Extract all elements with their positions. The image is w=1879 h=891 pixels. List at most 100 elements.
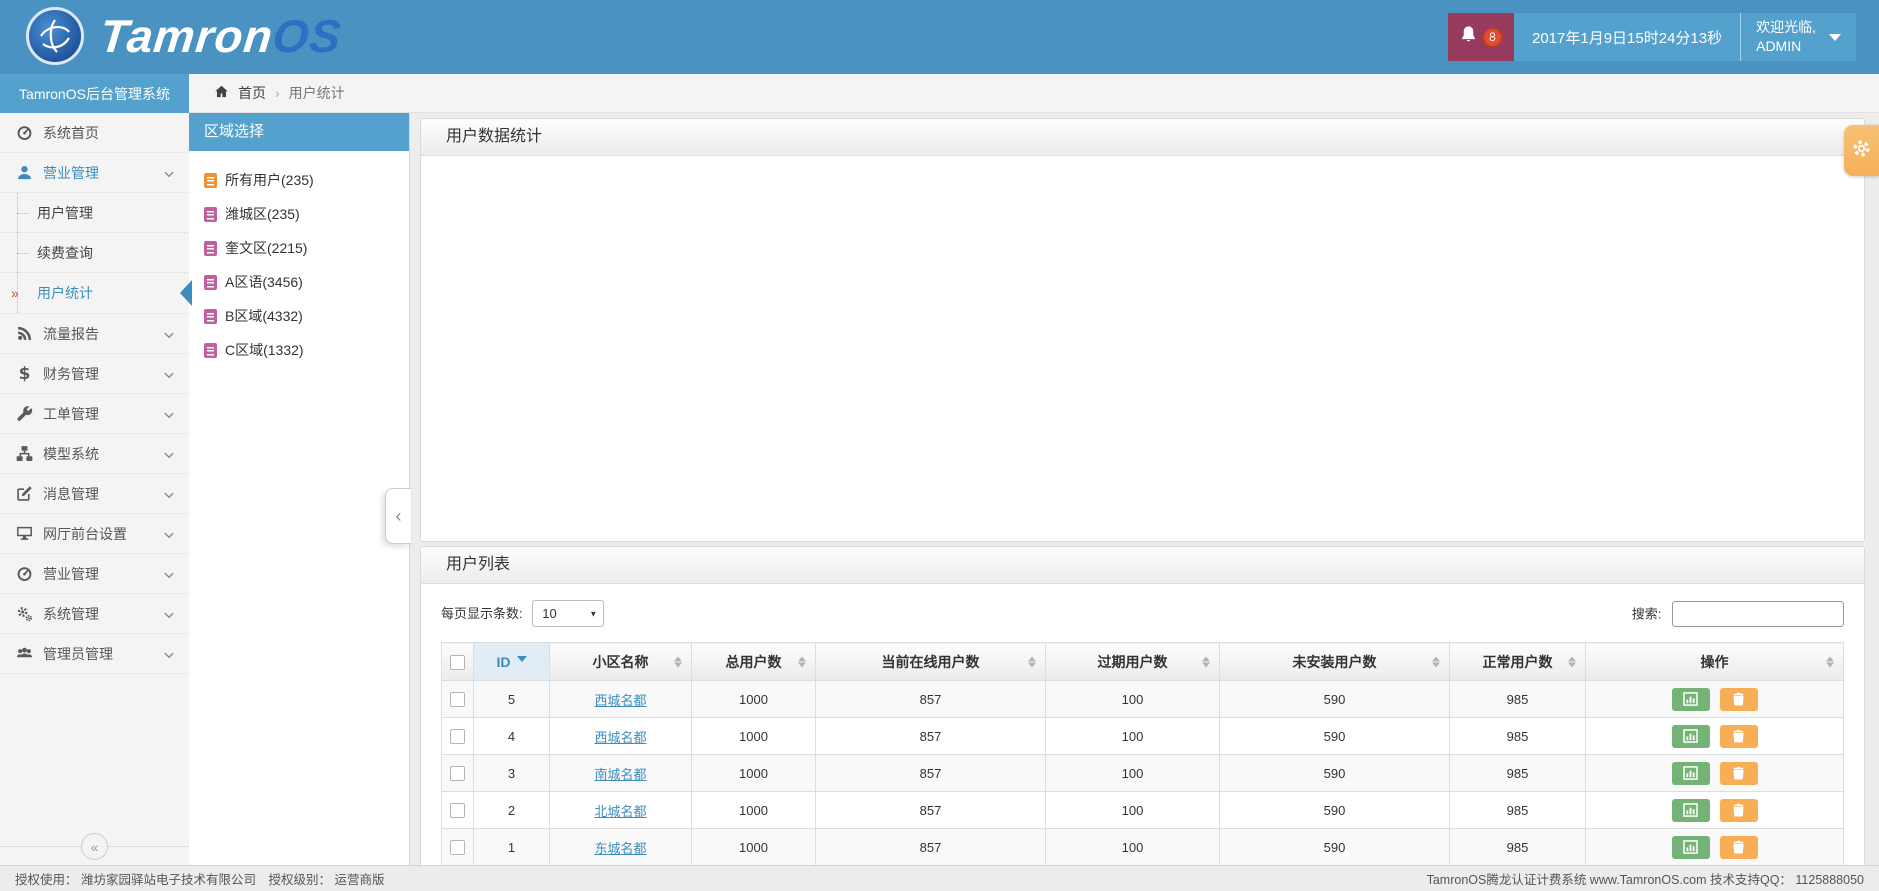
page-size-label: 每页显示条数: (441, 606, 523, 621)
region-item[interactable]: 所有用户(235) (189, 163, 409, 197)
column-header[interactable]: 过期用户数 (1045, 642, 1220, 681)
column-header[interactable]: 正常用户数 (1449, 642, 1586, 681)
chevron-down-icon (163, 408, 175, 420)
delete-button[interactable] (1719, 798, 1758, 822)
region-item[interactable]: 潍城区(235) (189, 197, 409, 231)
sidebar-collapse-button[interactable]: « (81, 833, 108, 860)
sidebar-item[interactable]: 系统管理 (0, 594, 189, 634)
community-link[interactable]: 西城名都 (594, 693, 646, 708)
sidebar-subitem-label: 用户统计 (37, 285, 93, 301)
region-item[interactable]: 奎文区(2215) (189, 231, 409, 265)
chart-button[interactable] (1671, 798, 1710, 822)
sidebar-item[interactable]: 消息管理 (0, 474, 189, 514)
search-input[interactable] (1672, 600, 1844, 627)
select-all-checkbox[interactable] (450, 654, 465, 670)
footer: 授权使用： 潍坊家园驿站电子技术有限公司 授权级别： 运营商版 TamronOS… (0, 865, 1879, 891)
sidebar-item[interactable]: 系统首页 (0, 113, 189, 153)
active-item-marker (180, 280, 192, 306)
delete-button[interactable] (1719, 724, 1758, 748)
user-menu[interactable]: 欢迎光临, ADMIN (1740, 13, 1856, 61)
row-checkbox[interactable] (450, 766, 465, 782)
sidebar-item[interactable]: $ 财务管理 (0, 354, 189, 394)
cell-online: 857 (815, 828, 1046, 865)
cell-online: 857 (815, 791, 1046, 829)
cell-online: 857 (815, 717, 1046, 755)
breadcrumb-home[interactable]: 首页 (238, 83, 266, 103)
sidebar-item[interactable]: 工单管理 (0, 394, 189, 434)
sort-icon (1568, 656, 1576, 667)
column-header[interactable]: 操作 (1585, 642, 1844, 681)
cell-total: 1000 (691, 754, 816, 792)
community-link[interactable]: 北城名都 (594, 804, 646, 819)
row-checkbox[interactable] (450, 803, 465, 819)
desktop-icon (14, 524, 34, 544)
table-row: 4 西城名都 1000 857 100 590 985 (441, 717, 1844, 755)
sidebar-subitem[interactable]: »用户管理 (0, 193, 189, 233)
sidebar-item[interactable]: 营业管理 (0, 153, 189, 193)
sitemap-icon (14, 444, 34, 464)
sidebar-item[interactable]: 流量报告 (0, 314, 189, 354)
trash-icon (1732, 766, 1745, 780)
users-icon (14, 644, 34, 664)
sidebar-item[interactable]: 管理员管理 (0, 634, 189, 674)
cell-select (441, 828, 474, 865)
region-item[interactable]: A区语(3456) (189, 265, 409, 299)
sidebar-subitem-label: 用户管理 (37, 204, 93, 221)
row-checkbox[interactable] (450, 692, 465, 708)
region-panel: 区域选择 所有用户(235) 潍城区(235) 奎文区(2215) A区语(3456)… (189, 113, 410, 865)
chart-button[interactable] (1671, 761, 1710, 785)
community-link[interactable]: 东城名都 (594, 841, 646, 856)
community-link[interactable]: 南城名都 (594, 767, 646, 782)
region-item-label: C区域(1332) (225, 342, 304, 358)
logo: TamronOS (26, 7, 344, 65)
chart-button[interactable] (1671, 687, 1710, 711)
sort-icon (1826, 656, 1834, 667)
sidebar-item[interactable]: 网厅前台设置 (0, 514, 189, 554)
delete-button[interactable] (1719, 835, 1758, 859)
region-item-label: B区域(4332) (225, 308, 303, 324)
delete-button[interactable] (1719, 761, 1758, 785)
column-header[interactable]: 当前在线用户数 (815, 642, 1046, 681)
community-link[interactable]: 西城名都 (594, 730, 646, 745)
bar-chart-icon (1683, 840, 1698, 854)
region-collapse-button[interactable]: ‹ (385, 488, 411, 544)
region-item[interactable]: C区域(1332) (189, 333, 409, 367)
chart-button[interactable] (1671, 835, 1710, 859)
sidebar-item-label: 财务管理 (43, 365, 99, 382)
cell-expired: 100 (1045, 680, 1220, 718)
cell-select (441, 791, 474, 829)
region-item[interactable]: B区域(4332) (189, 299, 409, 333)
sidebar-item-label: 营业管理 (43, 164, 99, 181)
sidebar-item-label: 网厅前台设置 (43, 525, 127, 542)
bar-chart-icon (1683, 803, 1698, 817)
row-checkbox[interactable] (450, 729, 465, 745)
stats-panel: 用户数据统计 (420, 118, 1865, 542)
chart-button[interactable] (1671, 724, 1710, 748)
column-header[interactable]: ID (473, 642, 550, 681)
chevron-down-icon (163, 648, 175, 660)
top-navbar: TamronOS 8 2017年1月9日15时24分13秒 欢迎光临, ADMI… (0, 0, 1879, 74)
delete-button[interactable] (1719, 687, 1758, 711)
column-header[interactable]: 小区名称 (549, 642, 692, 681)
list-icon (204, 172, 217, 188)
cell-expired: 100 (1045, 754, 1220, 792)
username: ADMIN (1756, 38, 1802, 54)
wrench-icon (14, 404, 34, 424)
bell-icon (1459, 25, 1478, 49)
sidebar-subitem[interactable]: »续费查询 (0, 233, 189, 273)
cell-expired: 100 (1045, 791, 1220, 829)
list-icon (204, 206, 217, 222)
column-header[interactable]: 未安装用户数 (1219, 642, 1450, 681)
page-size-select[interactable]: 10 (532, 600, 605, 627)
sidebar-subitem[interactable]: » 用户统计 (0, 273, 192, 313)
column-header[interactable]: 总用户数 (691, 642, 816, 681)
notifications-button[interactable]: 8 (1448, 13, 1514, 61)
trash-icon (1732, 692, 1745, 706)
sidebar-item[interactable]: 模型系统 (0, 434, 189, 474)
settings-tab-button[interactable] (1844, 125, 1879, 176)
sidebar-item[interactable]: 营业管理 (0, 554, 189, 594)
app-title: TamronOS后台管理系统 (0, 74, 189, 113)
sort-icon (1028, 656, 1036, 667)
row-checkbox[interactable] (450, 840, 465, 856)
sidebar-item-label: 系统管理 (43, 605, 99, 622)
